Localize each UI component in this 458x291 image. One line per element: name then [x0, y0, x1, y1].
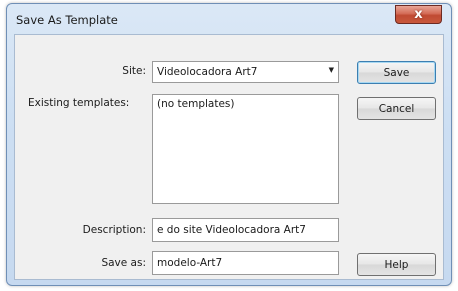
dropdown-arrow-icon: ▼	[328, 66, 334, 74]
dialog-body: Site: Videolocadora Art7 ▼ Existing temp…	[14, 34, 444, 280]
close-button[interactable]: x	[395, 5, 442, 24]
site-select-value: Videolocadora Art7	[157, 66, 258, 78]
close-icon: x	[414, 7, 423, 22]
description-label: Description:	[82, 224, 146, 236]
save-as-template-dialog: Save As Template x Site: Videolocadora A…	[6, 3, 452, 286]
existing-templates-list[interactable]: (no templates)	[152, 94, 339, 204]
cancel-button[interactable]: Cancel	[357, 97, 436, 120]
existing-templates-label: Existing templates:	[28, 97, 130, 109]
help-button[interactable]: Help	[357, 253, 436, 276]
description-field[interactable]: e do site Videolocadora Art7	[152, 218, 339, 242]
dialog-title: Save As Template	[16, 13, 118, 27]
save-as-label: Save as:	[101, 257, 146, 269]
site-select[interactable]: Videolocadora Art7 ▼	[152, 61, 339, 83]
title-bar[interactable]: Save As Template x	[7, 4, 451, 32]
site-label: Site:	[122, 65, 146, 77]
save-as-field[interactable]: modelo-Art7	[152, 251, 339, 275]
list-item[interactable]: (no templates)	[157, 98, 334, 110]
save-button[interactable]: Save	[357, 61, 436, 84]
